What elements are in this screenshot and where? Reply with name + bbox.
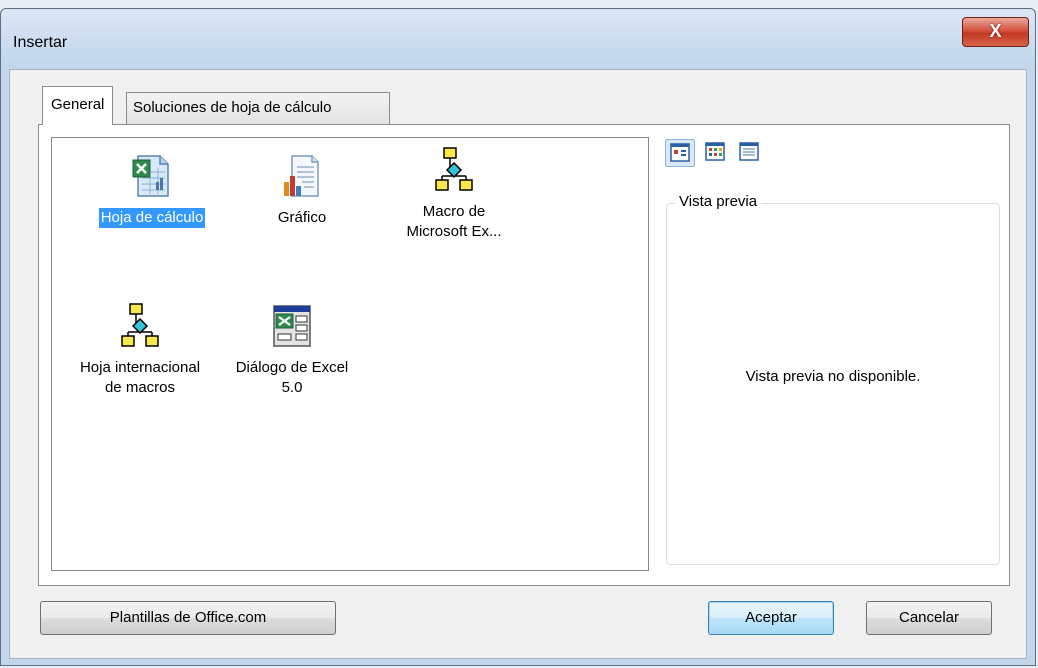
- tab-general[interactable]: General: [42, 86, 114, 125]
- insert-dialog: Insertar X General Soluciones de hoja de…: [0, 8, 1036, 666]
- list-item-excel-macro[interactable]: Macro de Microsoft Ex...: [374, 146, 534, 242]
- cancel-button[interactable]: Cancelar: [866, 601, 992, 635]
- dialog-client-area: General Soluciones de hoja de cálculo Ho…: [9, 69, 1027, 659]
- list-view-icon: [705, 142, 725, 161]
- list-view-button[interactable]: [701, 139, 731, 167]
- ok-button[interactable]: Aceptar: [708, 601, 834, 635]
- item-label: Macro de Microsoft Ex...: [406, 203, 502, 240]
- large-icons-view-icon: [670, 143, 690, 162]
- close-button[interactable]: X: [962, 17, 1029, 47]
- excel-dialog-icon: [273, 305, 311, 347]
- item-label: Hoja de cálculo: [98, 208, 206, 228]
- chart-document-icon: [284, 155, 319, 197]
- macro-flowchart-icon: [435, 147, 473, 191]
- list-item-international-macro-sheet[interactable]: Hoja internacional de macros: [60, 302, 220, 398]
- item-label: Diálogo de Excel 5.0: [235, 359, 349, 396]
- macro-flowchart-icon: [121, 303, 159, 347]
- details-view-icon: [739, 142, 759, 161]
- office-templates-button[interactable]: Plantillas de Office.com: [40, 601, 336, 635]
- excel-worksheet-icon: [132, 155, 169, 197]
- list-item-chart[interactable]: Gráfico: [222, 152, 382, 228]
- list-item-excel-dialog[interactable]: Diálogo de Excel 5.0: [212, 302, 372, 398]
- dialog-title: Insertar: [13, 34, 68, 51]
- preview-group: Vista previa Vista previa no disponible.: [666, 193, 1000, 565]
- tab-spreadsheet-solutions[interactable]: Soluciones de hoja de cálculo: [126, 92, 390, 124]
- details-view-button[interactable]: [735, 139, 765, 167]
- item-label: Hoja internacional de macros: [79, 359, 201, 396]
- item-label: Gráfico: [277, 209, 327, 226]
- large-icons-view-button[interactable]: [665, 139, 695, 167]
- template-list[interactable]: Hoja de cálculo Gráfico Macro de Microso…: [51, 137, 649, 571]
- title-bar[interactable]: Insertar X: [1, 9, 1035, 69]
- tab-panel-general: Hoja de cálculo Gráfico Macro de Microso…: [38, 124, 1010, 586]
- preview-title: Vista previa: [675, 193, 762, 210]
- preview-message: Vista previa no disponible.: [745, 368, 921, 385]
- list-item-worksheet[interactable]: Hoja de cálculo: [72, 152, 232, 228]
